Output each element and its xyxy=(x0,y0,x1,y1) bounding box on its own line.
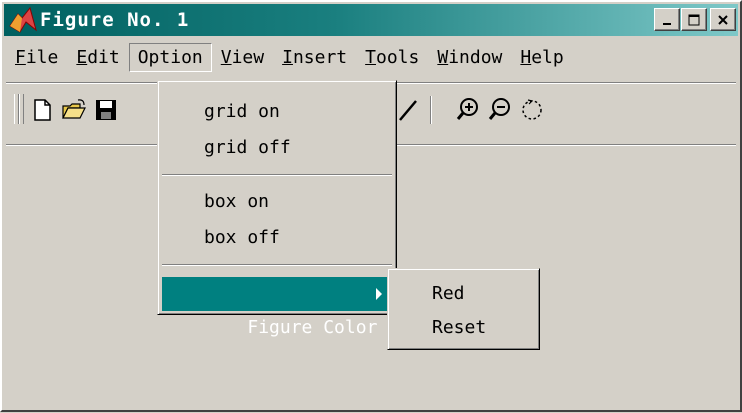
menu-item-box-on[interactable]: box on xyxy=(162,185,392,219)
open-folder-icon xyxy=(62,99,86,119)
menu-window[interactable]: Window xyxy=(428,43,511,72)
menu-help[interactable]: Help xyxy=(511,43,572,72)
new-file-button[interactable] xyxy=(28,96,56,124)
zoom-out-icon xyxy=(488,98,510,120)
save-icon xyxy=(96,100,116,120)
minimize-button[interactable] xyxy=(654,8,680,31)
title-bar[interactable]: Figure No. 1 xyxy=(4,4,738,36)
close-button[interactable] xyxy=(710,8,736,31)
menu-insert[interactable]: Insert xyxy=(273,43,356,72)
rotate-button[interactable] xyxy=(518,96,546,124)
menu-item-box-off[interactable]: box off xyxy=(162,221,392,255)
line-tool-button[interactable] xyxy=(394,96,422,124)
new-file-icon xyxy=(34,99,51,121)
zoom-in-button[interactable] xyxy=(454,96,482,124)
menu-bar: File Edit Option View Insert Tools Windo… xyxy=(6,38,736,76)
menu-tools[interactable]: Tools xyxy=(356,43,428,72)
menu-item-figure-color[interactable]: Figure Color xyxy=(162,277,392,338)
menu-separator-2 xyxy=(162,264,392,266)
menu-item-red[interactable]: Red xyxy=(392,279,535,309)
matlab-logo-icon xyxy=(9,6,37,33)
menu-view[interactable]: View xyxy=(212,43,273,72)
toolbar-separator xyxy=(430,96,432,124)
submenu-arrow-icon xyxy=(376,288,382,300)
rotate-icon xyxy=(522,99,542,120)
menu-option[interactable]: Option xyxy=(128,42,212,72)
menu-edit[interactable]: Edit xyxy=(67,43,128,72)
menu-item-grid-off[interactable]: grid off xyxy=(162,131,392,165)
zoom-out-button[interactable] xyxy=(486,96,514,124)
figure-color-submenu: Red Reset xyxy=(387,268,540,350)
minimize-icon xyxy=(663,22,671,25)
toolbar-grip-2 xyxy=(19,94,24,124)
close-icon xyxy=(718,14,728,25)
save-button[interactable] xyxy=(92,96,120,124)
open-folder-button[interactable] xyxy=(60,96,88,124)
menu-separator xyxy=(162,174,392,176)
line-tool-icon xyxy=(399,100,417,121)
maximize-button[interactable] xyxy=(681,8,707,31)
window-title: Figure No. 1 xyxy=(40,9,190,31)
zoom-in-icon xyxy=(456,98,478,120)
maximize-icon xyxy=(688,14,700,25)
option-menu-dropdown: grid on grid off box on box off Figure C… xyxy=(157,80,397,338)
menu-item-reset[interactable]: Reset xyxy=(392,313,535,343)
menu-file[interactable]: File xyxy=(6,43,67,72)
menu-item-grid-on[interactable]: grid on xyxy=(162,95,392,129)
